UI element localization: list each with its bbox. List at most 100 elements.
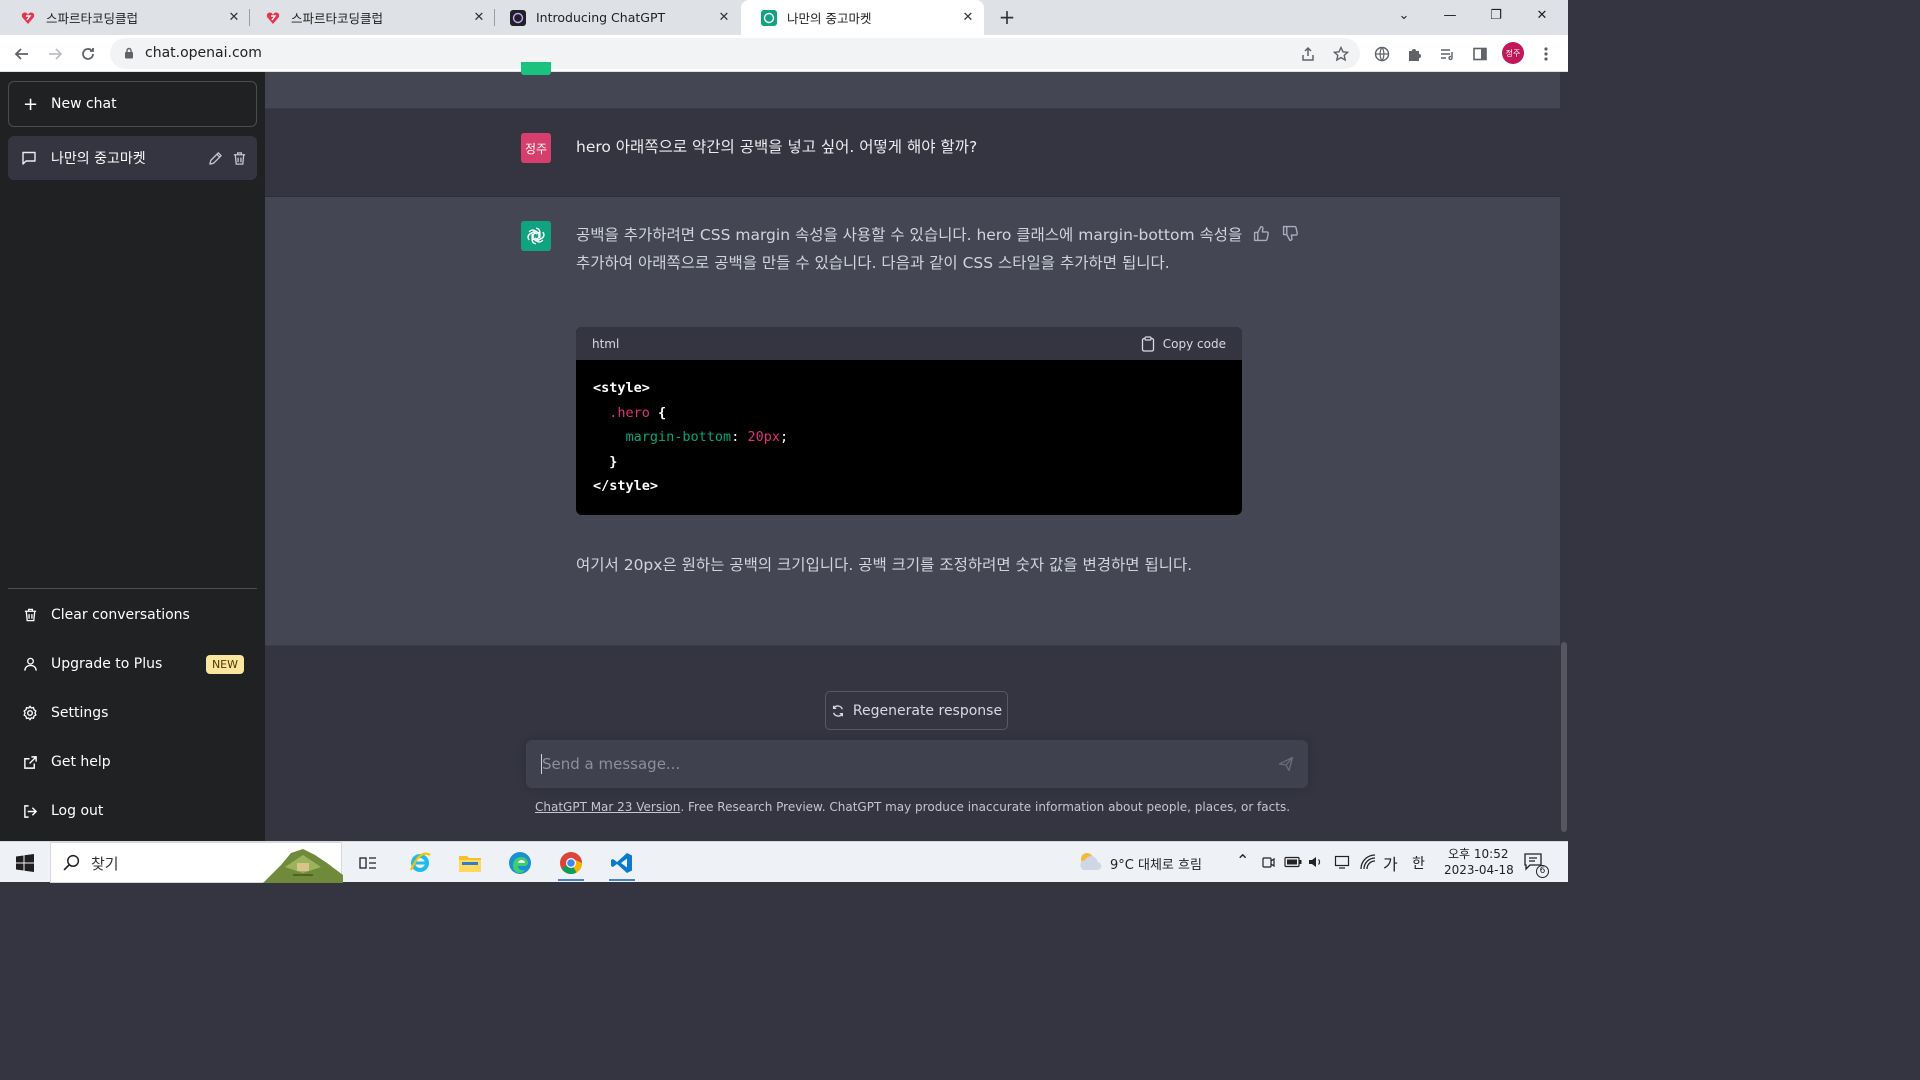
plus-icon: + [23, 93, 39, 115]
chevron-up-icon[interactable]: ⌃ [1236, 851, 1249, 870]
wifi-icon[interactable] [1360, 854, 1376, 870]
windows-start-icon[interactable] [2, 842, 48, 883]
chatgpt-favicon-icon [761, 9, 777, 26]
tab-close-icon[interactable]: ✕ [714, 10, 734, 25]
get-help-link[interactable]: Get help [8, 740, 257, 784]
settings-button[interactable]: Settings [8, 691, 257, 735]
scrollbar-thumb[interactable] [1561, 642, 1567, 832]
display-settings-icon[interactable] [1334, 854, 1350, 870]
scrollbar[interactable] [1560, 72, 1568, 841]
sidebar: + New chat 나만의 중고마켓 Clear conversations … [0, 72, 265, 841]
taskbar-search[interactable]: 찾기 [50, 842, 343, 883]
browser-tab-active[interactable]: 나만의 중고마켓 ✕ [741, 0, 984, 35]
message-composer [526, 740, 1308, 788]
openai-logo-icon [521, 221, 551, 251]
upgrade-to-plus-button[interactable]: Upgrade to Plus NEW [8, 642, 257, 686]
new-chat-label: New chat [51, 96, 117, 112]
translate-icon[interactable] [1370, 42, 1394, 66]
search-icon [63, 854, 80, 871]
delete-trash-icon[interactable] [227, 151, 251, 166]
thumbs-up-icon[interactable] [1253, 225, 1273, 245]
regenerate-label: Regenerate response [852, 702, 1003, 719]
ime-language-indicator[interactable]: 한 [1412, 853, 1425, 873]
volume-icon[interactable] [1308, 855, 1324, 869]
upgrade-to-plus-label: Upgrade to Plus [51, 656, 163, 672]
meet-now-icon[interactable] [1261, 855, 1275, 869]
tab-search-icon[interactable]: ⌄ [1381, 0, 1427, 32]
user-message-row: 정주 hero 아래쪽으로 약간의 공백을 넣고 싶어. 어떻게 해야 할까? [265, 109, 1560, 197]
file-explorer-icon[interactable] [447, 842, 493, 883]
browser-toolbar: chat.openai.com [0, 35, 1568, 72]
browser-tab[interactable]: 스파르타코딩클럽 ✕ [0, 0, 250, 35]
edit-pencil-icon[interactable] [203, 151, 227, 166]
openai-favicon-icon [510, 9, 526, 26]
conversation-item[interactable]: 나만의 중고마켓 [8, 136, 257, 180]
windows-taskbar: 찾기 9°C 대체로 흐림 ⌃ 가 한 오후 10:52 2023-04-18 … [0, 841, 1568, 883]
clear-conversations-button[interactable]: Clear conversations [8, 593, 257, 637]
close-window-button[interactable]: ✕ [1519, 0, 1565, 32]
trash-icon [21, 607, 39, 623]
new-chat-button[interactable]: + New chat [8, 81, 257, 127]
browser-tab[interactable]: 스파르타코딩클럽 ✕ [245, 0, 495, 35]
regenerate-response-button[interactable]: Regenerate response [825, 691, 1008, 730]
tab-close-icon[interactable]: ✕ [224, 10, 244, 25]
internet-explorer-icon[interactable] [397, 842, 443, 883]
new-badge: NEW [205, 654, 244, 674]
version-link[interactable]: ChatGPT Mar 23 Version [535, 800, 680, 814]
browser-menu-icon[interactable] [1534, 42, 1558, 66]
code-token: } [609, 453, 618, 470]
code-token: margin-bottom [625, 429, 732, 445]
chat-bubble-icon [22, 151, 36, 165]
copy-code-button[interactable]: Copy code [1141, 335, 1226, 352]
send-icon[interactable] [1278, 756, 1294, 772]
profile-avatar[interactable]: 정주 [1502, 42, 1524, 64]
code-block: html Copy code <style> .hero { margin-bo… [576, 327, 1242, 515]
extensions-puzzle-icon[interactable] [1403, 42, 1427, 66]
taskbar-search-label: 찾기 [91, 855, 119, 873]
sparta-favicon-icon [266, 11, 280, 24]
log-out-label: Log out [51, 803, 104, 819]
weather-cloudy-icon [1080, 853, 1102, 871]
log-out-button[interactable]: Log out [8, 789, 257, 833]
vscode-icon[interactable] [599, 842, 645, 883]
reload-icon[interactable] [76, 42, 100, 66]
copy-code-label: Copy code [1162, 336, 1226, 351]
message-input[interactable] [540, 752, 1260, 776]
browser-tab[interactable]: Introducing ChatGPT ✕ [490, 0, 740, 35]
code-token: ; [779, 429, 789, 445]
code-content: <style> .hero { margin-bottom: 20px; } <… [576, 360, 1242, 515]
edge-icon[interactable] [497, 842, 543, 883]
tab-close-icon[interactable]: ✕ [958, 10, 978, 25]
ime-mode-indicator[interactable]: 가 [1383, 851, 1398, 875]
bookmark-star-icon[interactable] [1329, 42, 1353, 66]
clock-time[interactable]: 오후 10:52 [1448, 845, 1508, 862]
thumbs-down-icon[interactable] [1282, 225, 1302, 245]
side-panel-icon[interactable] [1468, 42, 1492, 66]
code-language-label: html [592, 336, 620, 351]
sidebar-divider [8, 588, 257, 589]
new-tab-button[interactable]: + [995, 5, 1019, 29]
task-view-icon[interactable] [345, 842, 391, 883]
minimize-button[interactable]: — [1427, 0, 1473, 32]
media-queue-icon[interactable] [1435, 42, 1459, 66]
chat-main: 정주 hero 아래쪽으로 약간의 공백을 넣고 싶어. 어떻게 해야 할까? … [265, 62, 1560, 841]
code-token: 20px [747, 429, 780, 445]
share-icon[interactable] [1296, 42, 1320, 66]
user-avatar: 정주 [521, 133, 551, 163]
tab-close-icon[interactable]: ✕ [469, 10, 489, 25]
url-text: chat.openai.com [145, 45, 262, 61]
lock-icon [125, 47, 133, 59]
address-bar[interactable]: chat.openai.com [110, 38, 1360, 69]
back-icon[interactable] [10, 42, 34, 66]
weather-text[interactable]: 9°C 대체로 흐림 [1110, 854, 1202, 873]
logout-icon [21, 804, 39, 819]
refresh-icon [832, 704, 843, 717]
battery-icon[interactable] [1284, 856, 1302, 868]
assistant-message-row: 공백을 추가하려면 CSS margin 속성을 사용할 수 있습니다. her… [265, 197, 1560, 646]
clock-date[interactable]: 2023-04-18 [1444, 863, 1514, 877]
restore-button[interactable]: ❐ [1473, 0, 1519, 32]
chrome-icon[interactable] [548, 842, 594, 883]
forward-icon[interactable] [43, 42, 67, 66]
sparta-favicon-icon [21, 11, 35, 24]
user-icon [21, 656, 39, 672]
